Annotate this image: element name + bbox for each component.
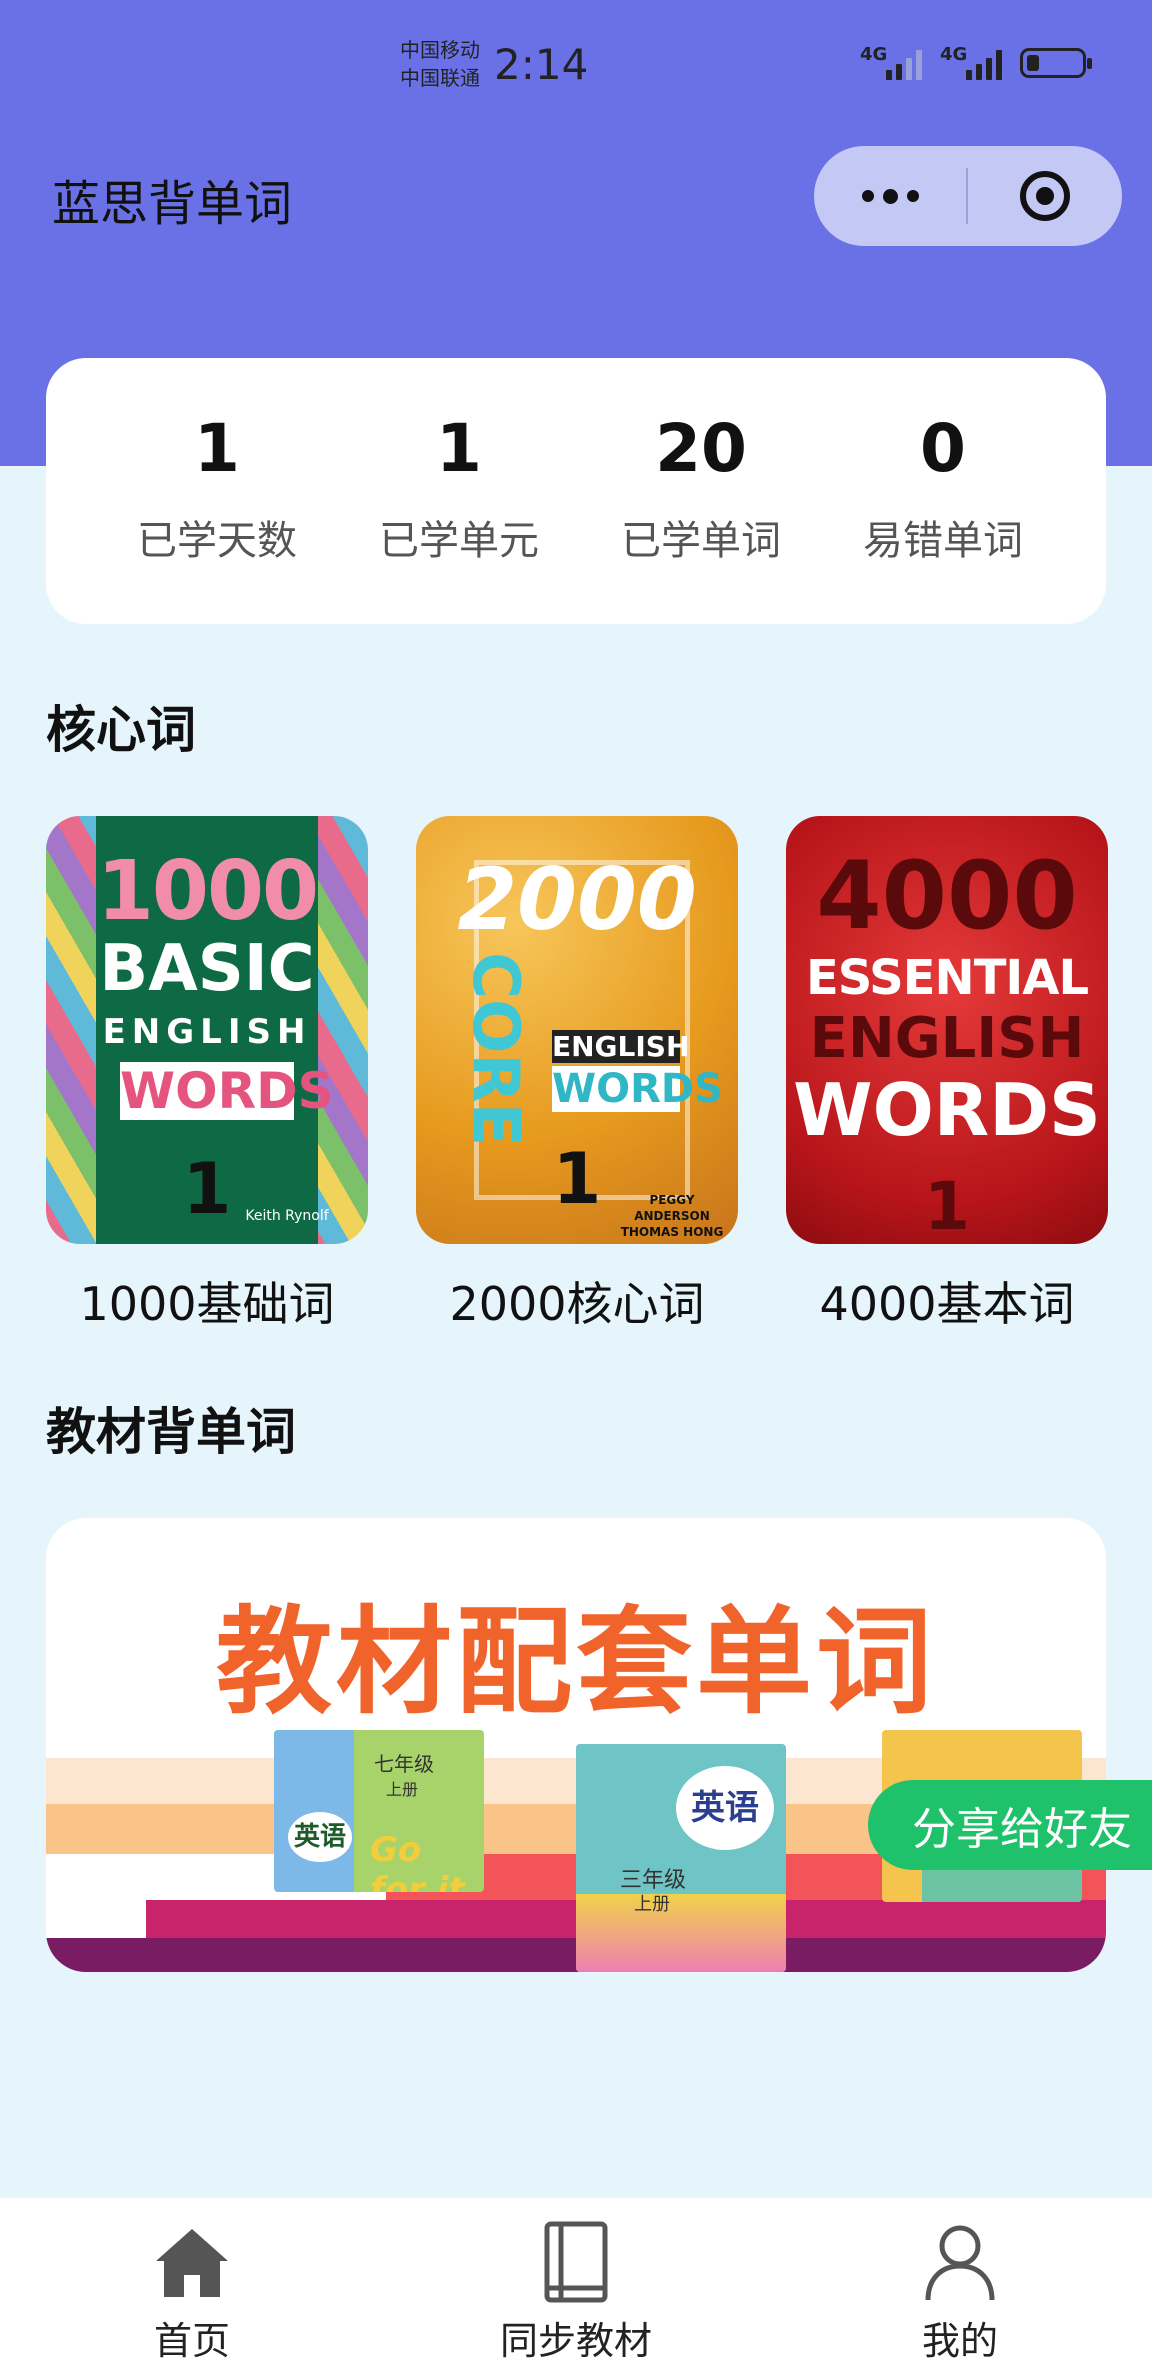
book-icon: [534, 2220, 618, 2304]
cover-title-line: CORE: [458, 952, 532, 1147]
stat-label: 已学单元: [379, 518, 539, 564]
cover-title-line: ESSENTIAL: [805, 950, 1089, 1006]
target-icon: [1020, 171, 1070, 221]
network-label-2: 4G: [940, 44, 968, 65]
stat-value: 20: [655, 410, 747, 487]
cover-title-line: WORDS: [552, 1066, 723, 1112]
cover-author: PEGGY ANDERSON THOMAS HONG: [620, 1193, 724, 1239]
book-cover-4000: 4000 ESSENTIAL ENGLISH WORDS 1: [786, 816, 1108, 1244]
stat-words[interactable]: 20 已学单词: [580, 358, 822, 624]
tab-label: 我的: [921, 2319, 998, 2363]
tab-label: 首页: [153, 2319, 230, 2363]
tab-label: 同步教材: [499, 2319, 652, 2363]
cover-title-line: ENGLISH: [552, 1030, 690, 1063]
banner-title: 教材配套单词: [216, 1595, 936, 1730]
tab-home[interactable]: 首页: [0, 2198, 384, 2376]
book-cover-2000: 2000 CORE ENGLISH WORDS 1 PEGGY ANDERSON…: [416, 816, 738, 1244]
status-icons: 4G 4G: [860, 44, 1092, 80]
stat-value: 1: [436, 410, 482, 487]
share-to-friends-button[interactable]: 分享给好友: [868, 1780, 1152, 1870]
user-icon: [918, 2220, 1002, 2304]
close-miniprogram-button[interactable]: [968, 146, 1122, 246]
carrier-1: 中国移动: [400, 38, 480, 62]
book-cover-1000: 1000 BASIC ENGLISH WORDS 1 Keith Rynolf: [46, 816, 368, 1244]
stat-mistakes[interactable]: 0 易错单词: [822, 358, 1064, 624]
stat-label: 已学天数: [137, 518, 297, 564]
miniprogram-capsule: [814, 146, 1122, 246]
cover-title-line: WORDS: [120, 1062, 334, 1120]
textbook-term: 上册: [634, 1894, 670, 1915]
tab-mine[interactable]: 我的: [768, 2198, 1152, 2376]
cover-title-line: BASIC: [99, 932, 315, 1006]
stats-card: 1 已学天数 1 已学单元 20 已学单词 0 易错单词: [46, 358, 1106, 624]
textbook-subject: 英语: [288, 1812, 352, 1862]
textbook-slogan: Go for it: [370, 1830, 465, 1892]
core-words-title: 核心词: [46, 701, 196, 759]
cover-title-number: 2000: [457, 850, 697, 950]
cover-title-number: 4000: [816, 842, 1078, 951]
carrier-info: 中国移动 中国联通: [400, 36, 480, 92]
stat-value: 1: [194, 410, 240, 487]
carrier-2: 中国联通: [400, 66, 480, 90]
network-label-1: 4G: [860, 44, 888, 65]
book-2000-core[interactable]: 2000 CORE ENGLISH WORDS 1 PEGGY ANDERSON…: [416, 816, 738, 1334]
stat-days[interactable]: 1 已学天数: [96, 358, 338, 624]
stat-units[interactable]: 1 已学单元: [338, 358, 580, 624]
textbook-banner[interactable]: 教材配套单词 英语 七年级 上册 Go for it 英语 三年级 上册 上册: [46, 1518, 1106, 1972]
book-1000-basic[interactable]: 1000 BASIC ENGLISH WORDS 1 Keith Rynolf …: [46, 816, 368, 1334]
cover-title-line: ENGLISH: [809, 1006, 1085, 1071]
more-menu-button[interactable]: [814, 146, 966, 246]
book-name: 1000基础词: [79, 1277, 335, 1331]
tab-sync-textbook[interactable]: 同步教材: [384, 2198, 768, 2376]
cover-title-line: WORDS: [793, 1068, 1101, 1152]
signal-icon-2: 4G: [940, 44, 1002, 80]
home-icon: [150, 2220, 234, 2304]
status-time: 2:14: [494, 40, 589, 89]
cover-title-line: ENGLISH: [102, 1012, 312, 1052]
textbook-subject: 英语: [676, 1766, 774, 1850]
cover-author: Keith Rynolf: [245, 1208, 329, 1224]
battery-icon: [1020, 48, 1092, 78]
cover-title-number: 1000: [96, 844, 319, 939]
signal-icon: 4G: [860, 44, 922, 80]
cover-volume: 1: [924, 1168, 970, 1244]
textbook-cover-grade3: 英语 三年级 上册: [576, 1744, 786, 1972]
stat-label: 易错单词: [863, 518, 1023, 564]
more-dots-icon: [861, 190, 874, 202]
textbook-grade: 七年级: [374, 1752, 434, 1776]
stat-label: 已学单词: [621, 518, 781, 564]
app-title: 蓝思背单词: [52, 176, 293, 232]
textbook-cover-grade7: 英语 七年级 上册 Go for it: [274, 1730, 484, 1892]
book-name: 4000基本词: [819, 1277, 1075, 1331]
book-name: 2000核心词: [449, 1277, 705, 1331]
textbook-term: 上册: [386, 1780, 419, 1799]
book-4000-essential[interactable]: 4000 ESSENTIAL ENGLISH WORDS 1 4000基本词: [786, 816, 1108, 1334]
stat-value: 0: [920, 410, 966, 487]
bottom-tab-bar: 首页 同步教材 我的: [0, 2198, 1152, 2376]
textbook-words-title: 教材背单词: [46, 1403, 296, 1461]
